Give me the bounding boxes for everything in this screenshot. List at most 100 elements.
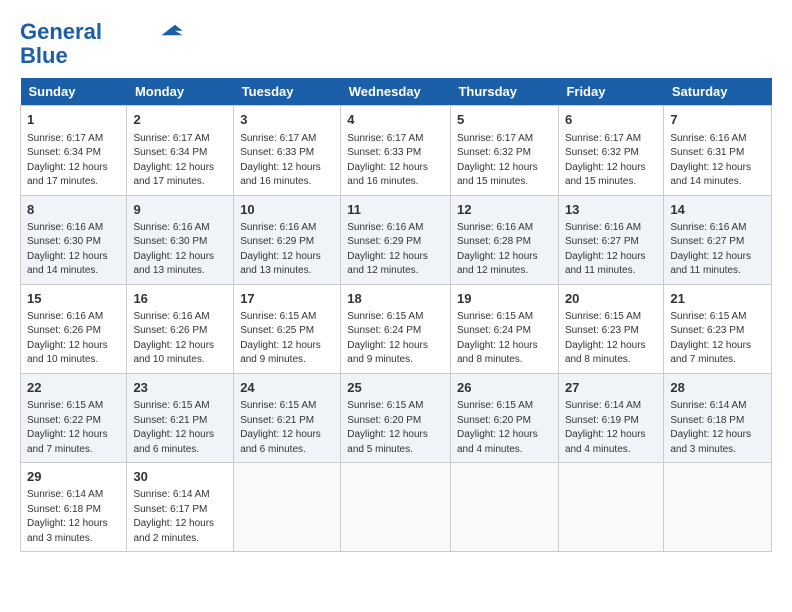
day-number: 26: [457, 379, 552, 397]
calendar-cell: 10Sunrise: 6:16 AMSunset: 6:29 PMDayligh…: [234, 195, 341, 284]
day-info: Sunrise: 6:14 AMSunset: 6:18 PMDaylight:…: [27, 488, 120, 546]
calendar-cell: 18 Sunrise: 6:15 AMSunset: 6:24 PMDayligh…: [341, 284, 451, 373]
calendar-cell: 27 Sunrise: 6:14 AMSunset: 6:19 PMDayligh…: [558, 373, 663, 462]
day-info: Sunrise: 6:15 AMSunset: 6:23 PMDaylight:…: [670, 310, 765, 368]
day-number: 8: [27, 201, 120, 219]
day-info: Sunrise: 6:16 AMSunset: 6:26 PMDaylight:…: [27, 310, 120, 368]
day-info: Sunrise: 6:16 AMSunset: 6:27 PMDaylight:…: [565, 221, 657, 279]
weekday-header: Friday: [558, 78, 663, 106]
day-number: 18: [347, 290, 444, 308]
weekday-header: Wednesday: [341, 78, 451, 106]
day-number: 22: [27, 379, 120, 397]
calendar-week-row: 29 Sunrise: 6:14 AMSunset: 6:18 PMDayligh…: [21, 463, 772, 552]
day-number: 12: [457, 201, 552, 219]
logo-text-blue: Blue: [20, 44, 68, 68]
calendar-cell: 23Sunrise: 6:15 AMSunset: 6:21 PMDayligh…: [127, 373, 234, 462]
calendar-week-row: 15 Sunrise: 6:16 AMSunset: 6:26 PMDayligh…: [21, 284, 772, 373]
calendar-cell: [450, 463, 558, 552]
calendar-cell: 15 Sunrise: 6:16 AMSunset: 6:26 PMDayligh…: [21, 284, 127, 373]
calendar-cell: 16Sunrise: 6:16 AMSunset: 6:26 PMDayligh…: [127, 284, 234, 373]
calendar-cell: 14Sunrise: 6:16 AMSunset: 6:27 PMDayligh…: [664, 195, 772, 284]
day-number: 3: [240, 111, 334, 129]
calendar-table: SundayMondayTuesdayWednesdayThursdayFrid…: [20, 78, 772, 552]
logo: General Blue: [20, 20, 184, 68]
calendar-week-row: 8 Sunrise: 6:16 AMSunset: 6:30 PMDaylight…: [21, 195, 772, 284]
day-info: Sunrise: 6:16 AMSunset: 6:28 PMDaylight:…: [457, 221, 552, 279]
weekday-header: Tuesday: [234, 78, 341, 106]
day-info: Sunrise: 6:14 AMSunset: 6:17 PMDaylight:…: [133, 488, 227, 546]
day-info: Sunrise: 6:15 AMSunset: 6:20 PMDaylight:…: [457, 399, 552, 457]
day-number: 30: [133, 468, 227, 486]
day-number: 5: [457, 111, 552, 129]
calendar-cell: 3 Sunrise: 6:17 AMSunset: 6:33 PMDaylight…: [234, 106, 341, 195]
day-number: 27: [565, 379, 657, 397]
day-info: Sunrise: 6:15 AMSunset: 6:21 PMDaylight:…: [133, 399, 227, 457]
day-number: 7: [670, 111, 765, 129]
day-number: 10: [240, 201, 334, 219]
weekday-header: Saturday: [664, 78, 772, 106]
calendar-cell: [558, 463, 663, 552]
day-number: 25: [347, 379, 444, 397]
calendar-cell: 26 Sunrise: 6:15 AMSunset: 6:20 PMDayligh…: [450, 373, 558, 462]
day-number: 4: [347, 111, 444, 129]
day-number: 9: [133, 201, 227, 219]
day-number: 15: [27, 290, 120, 308]
calendar-cell: 30 Sunrise: 6:14 AMSunset: 6:17 PMDayligh…: [127, 463, 234, 552]
calendar-cell: 24 Sunrise: 6:15 AMSunset: 6:21 PMDayligh…: [234, 373, 341, 462]
calendar-cell: 11 Sunrise: 6:16 AMSunset: 6:29 PMDayligh…: [341, 195, 451, 284]
day-info: Sunrise: 6:15 AMSunset: 6:24 PMDaylight:…: [347, 310, 444, 368]
calendar-cell: 12 Sunrise: 6:16 AMSunset: 6:28 PMDayligh…: [450, 195, 558, 284]
weekday-header: Thursday: [450, 78, 558, 106]
calendar-cell: 6 Sunrise: 6:17 AMSunset: 6:32 PMDaylight…: [558, 106, 663, 195]
day-info: Sunrise: 6:17 AMSunset: 6:32 PMDaylight:…: [457, 132, 552, 190]
calendar-cell: 22 Sunrise: 6:15 AMSunset: 6:22 PMDayligh…: [21, 373, 127, 462]
calendar-cell: [234, 463, 341, 552]
calendar-cell: 5 Sunrise: 6:17 AMSunset: 6:32 PMDaylight…: [450, 106, 558, 195]
day-number: 21: [670, 290, 765, 308]
calendar-cell: 8 Sunrise: 6:16 AMSunset: 6:30 PMDaylight…: [21, 195, 127, 284]
day-info: Sunrise: 6:17 AMSunset: 6:34 PMDaylight:…: [133, 132, 227, 190]
calendar-week-row: 22 Sunrise: 6:15 AMSunset: 6:22 PMDayligh…: [21, 373, 772, 462]
calendar-cell: [664, 463, 772, 552]
day-info: Sunrise: 6:15 AMSunset: 6:21 PMDaylight:…: [240, 399, 334, 457]
day-number: 11: [347, 201, 444, 219]
calendar-cell: 2 Sunrise: 6:17 AMSunset: 6:34 PMDaylight…: [127, 106, 234, 195]
calendar-cell: 20 Sunrise: 6:15 AMSunset: 6:23 PMDayligh…: [558, 284, 663, 373]
calendar-cell: 17Sunrise: 6:15 AMSunset: 6:25 PMDayligh…: [234, 284, 341, 373]
day-number: 2: [133, 111, 227, 129]
logo-text: General: [20, 20, 102, 44]
day-info: Sunrise: 6:16 AMSunset: 6:31 PMDaylight:…: [670, 132, 765, 190]
day-info: Sunrise: 6:15 AMSunset: 6:23 PMDaylight:…: [565, 310, 657, 368]
day-number: 17: [240, 290, 334, 308]
calendar-cell: 9Sunrise: 6:16 AMSunset: 6:30 PMDaylight…: [127, 195, 234, 284]
day-info: Sunrise: 6:14 AMSunset: 6:19 PMDaylight:…: [565, 399, 657, 457]
weekday-header: Sunday: [21, 78, 127, 106]
day-number: 24: [240, 379, 334, 397]
calendar-cell: [341, 463, 451, 552]
calendar-cell: 13 Sunrise: 6:16 AMSunset: 6:27 PMDayligh…: [558, 195, 663, 284]
day-info: Sunrise: 6:15 AMSunset: 6:24 PMDaylight:…: [457, 310, 552, 368]
day-number: 13: [565, 201, 657, 219]
day-info: Sunrise: 6:16 AMSunset: 6:26 PMDaylight:…: [133, 310, 227, 368]
day-info: Sunrise: 6:14 AMSunset: 6:18 PMDaylight:…: [670, 399, 765, 457]
calendar-cell: 21 Sunrise: 6:15 AMSunset: 6:23 PMDayligh…: [664, 284, 772, 373]
calendar-cell: 19Sunrise: 6:15 AMSunset: 6:24 PMDayligh…: [450, 284, 558, 373]
calendar-cell: 25Sunrise: 6:15 AMSunset: 6:20 PMDayligh…: [341, 373, 451, 462]
logo-icon: [154, 21, 184, 39]
day-info: Sunrise: 6:16 AMSunset: 6:29 PMDaylight:…: [347, 221, 444, 279]
page-header: General Blue: [20, 20, 772, 68]
day-info: Sunrise: 6:15 AMSunset: 6:22 PMDaylight:…: [27, 399, 120, 457]
calendar-cell: 7 Sunrise: 6:16 AMSunset: 6:31 PMDaylight…: [664, 106, 772, 195]
calendar-week-row: 1Sunrise: 6:17 AMSunset: 6:34 PMDaylight…: [21, 106, 772, 195]
day-info: Sunrise: 6:17 AMSunset: 6:33 PMDaylight:…: [240, 132, 334, 190]
day-number: 20: [565, 290, 657, 308]
day-info: Sunrise: 6:17 AMSunset: 6:32 PMDaylight:…: [565, 132, 657, 190]
calendar-cell: 1Sunrise: 6:17 AMSunset: 6:34 PMDaylight…: [21, 106, 127, 195]
day-info: Sunrise: 6:16 AMSunset: 6:27 PMDaylight:…: [670, 221, 765, 279]
day-number: 6: [565, 111, 657, 129]
calendar-cell: 28 Sunrise: 6:14 AMSunset: 6:18 PMDayligh…: [664, 373, 772, 462]
day-info: Sunrise: 6:16 AMSunset: 6:30 PMDaylight:…: [27, 221, 120, 279]
day-number: 28: [670, 379, 765, 397]
day-info: Sunrise: 6:17 AMSunset: 6:34 PMDaylight:…: [27, 132, 120, 190]
day-number: 29: [27, 468, 120, 486]
